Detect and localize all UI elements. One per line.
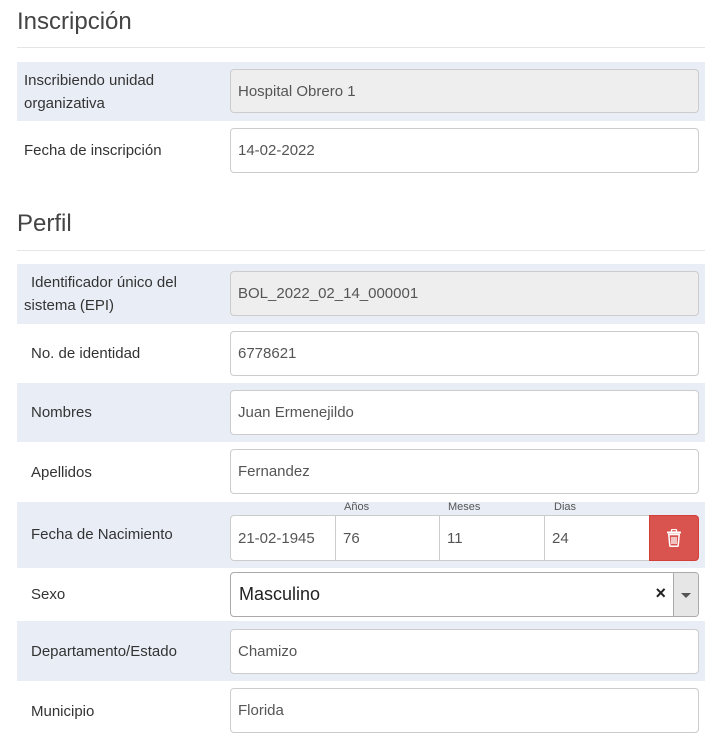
anios-field[interactable]: 76	[335, 515, 441, 561]
inscripcion-title: Inscripción	[17, 8, 132, 35]
unidad-field[interactable]: Hospital Obrero 1	[230, 69, 699, 113]
row-departamento: Departamento/Estado Chamizo	[17, 621, 705, 681]
nacimiento-field[interactable]: 21-02-1945	[230, 515, 336, 561]
divider	[17, 47, 705, 48]
epi-field[interactable]: BOL_2022_02_14_000001	[230, 271, 699, 316]
meses-field[interactable]: 11	[439, 515, 545, 561]
caret-down-icon	[681, 593, 691, 598]
sexo-label: Sexo	[31, 586, 66, 603]
sexo-select[interactable]: Masculino ×	[230, 572, 699, 617]
row-epi: Identificador único del sistema (EPI) BO…	[17, 264, 705, 324]
row-sexo: Sexo Masculino ×	[17, 568, 705, 621]
fecha-inscripcion-field[interactable]: 14-02-2022	[230, 128, 699, 173]
dias-field[interactable]: 24	[544, 515, 650, 561]
row-apellidos: Apellidos Fernandez	[17, 442, 705, 502]
municipio-field[interactable]: Florida	[230, 688, 699, 733]
row-nombres: Nombres Juan Ermenejildo	[17, 383, 705, 442]
apellidos-label: Apellidos	[31, 464, 92, 481]
clear-icon[interactable]: ×	[655, 583, 666, 604]
dias-label: Dias	[554, 501, 577, 513]
meses-label: Meses	[448, 501, 481, 513]
perfil-title: Perfil	[17, 210, 72, 237]
nacimiento-label: Fecha de Nacimiento	[31, 526, 173, 543]
epi-label-line1: Identificador único del	[31, 274, 177, 291]
fecha-inscripcion-label: Fecha de inscripción	[24, 142, 162, 159]
row-nacimiento: Fecha de Nacimiento Años Meses Dias 21-0…	[17, 501, 705, 568]
nombres-label: Nombres	[31, 404, 92, 421]
identidad-label: No. de identidad	[31, 345, 141, 362]
row-unidad: Inscribiendo unidad organizativa Hospita…	[17, 62, 705, 121]
apellidos-field[interactable]: Fernandez	[230, 449, 699, 494]
departamento-label: Departamento/Estado	[31, 643, 177, 660]
departamento-field[interactable]: Chamizo	[230, 629, 699, 674]
sexo-selected-value: Masculino	[239, 584, 321, 604]
nombres-field[interactable]: Juan Ermenejildo	[230, 390, 699, 435]
divider	[17, 250, 705, 251]
unidad-label-line1: Inscribiendo unidad	[24, 72, 155, 89]
anios-label: Años	[344, 501, 370, 513]
row-fecha-inscripcion: Fecha de inscripción 14-02-2022	[17, 121, 705, 180]
trash-icon	[667, 529, 681, 547]
identidad-field[interactable]: 6778621	[230, 331, 699, 376]
epi-label-line2: sistema (EPI)	[24, 297, 115, 314]
row-municipio: Municipio Florida	[17, 681, 705, 738]
unidad-label: Inscribiendo unidad organizativa	[24, 69, 154, 115]
row-identidad: No. de identidad 6778621	[17, 324, 705, 383]
unidad-label-line2: organizativa	[24, 95, 105, 112]
epi-label: Identificador único del sistema (EPI)	[24, 271, 177, 317]
dropdown-toggle[interactable]	[673, 573, 698, 616]
delete-birthdate-button[interactable]	[649, 515, 699, 561]
municipio-label: Municipio	[31, 703, 95, 720]
